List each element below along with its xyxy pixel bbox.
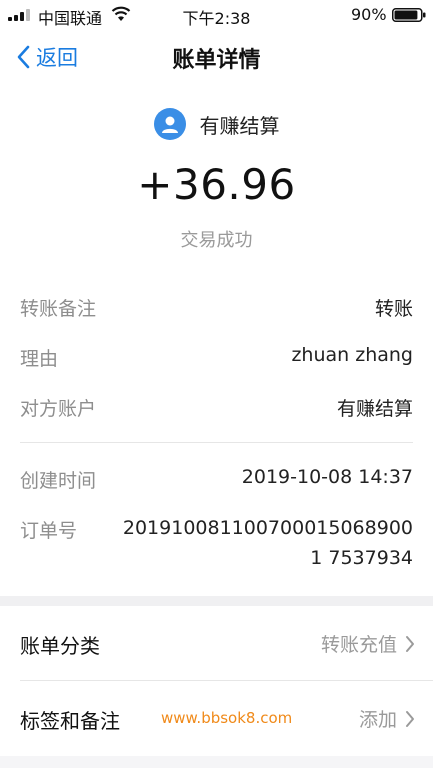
order-number: 2019100811007000150689001 7537934 xyxy=(122,517,413,569)
battery-percent: 90% xyxy=(351,5,387,24)
status-bar: 中国联通 下午2:38 90% xyxy=(0,0,433,30)
tags-notes-label: 标签和备注 xyxy=(20,709,120,733)
chevron-right-icon xyxy=(406,635,414,652)
detail-label: 订单号 xyxy=(20,520,78,542)
detail-value: 转账 xyxy=(374,298,413,320)
detail-value: 有赚结算 xyxy=(336,398,413,420)
bill-options: 账单分类 转账充值 标签和备注 www.bbsok8.com 添加 xyxy=(0,606,433,756)
payer-name: 有赚结算 xyxy=(199,113,280,138)
add-tags-text: 添加 xyxy=(358,709,397,731)
detail-label: 创建时间 xyxy=(20,470,97,492)
payer: 有赚结算 xyxy=(0,108,433,140)
divider xyxy=(20,442,413,443)
transaction-summary: 有赚结算 +36.96 交易成功 xyxy=(0,84,433,266)
bill-category-value: 转账充值 xyxy=(321,630,415,657)
battery-icon xyxy=(392,8,426,22)
detail-value: zhuan zhang xyxy=(291,344,413,366)
bill-category-row[interactable]: 账单分类 转账充值 xyxy=(0,606,433,681)
tags-notes-row[interactable]: 标签和备注 www.bbsok8.com 添加 xyxy=(0,681,433,755)
amount: +36.96 xyxy=(137,160,296,209)
bill-category-text: 转账充值 xyxy=(320,634,397,656)
detail-label: 转账备注 xyxy=(20,298,97,320)
transaction-details: 转账备注 转账 理由 zhuan zhang 对方账户 有赚结算 创建时间 20… xyxy=(0,266,433,596)
avatar xyxy=(153,108,186,140)
section-separator xyxy=(0,596,433,606)
detail-value: 2019-10-08 14:37 xyxy=(241,466,413,488)
add-tags-action: 添加 xyxy=(359,705,415,732)
watermark-text: www.bbsok8.com xyxy=(161,709,293,727)
page-title: 账单详情 xyxy=(172,48,261,73)
bill-category-label: 账单分类 xyxy=(20,634,100,658)
user-icon xyxy=(161,116,178,133)
chevron-right-icon xyxy=(406,710,414,727)
detail-label: 理由 xyxy=(20,348,59,370)
nav-bar: 返回 账单详情 xyxy=(0,30,433,84)
detail-label: 对方账户 xyxy=(20,398,97,420)
transaction-status: 交易成功 xyxy=(180,230,253,251)
